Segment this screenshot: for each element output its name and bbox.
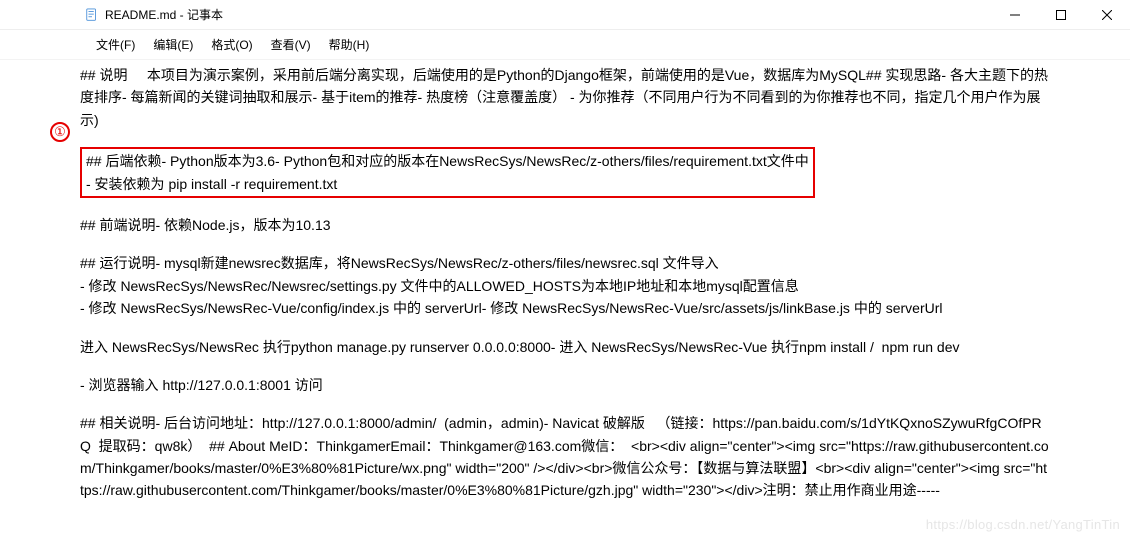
window: README.md - 记事本 文件(F) 编辑(E) 格式(O) 查看(V) … — [0, 0, 1130, 502]
maximize-button[interactable] — [1038, 0, 1084, 30]
annotation-badge-1: ① — [50, 122, 70, 142]
menu-format[interactable]: 格式(O) — [203, 34, 260, 55]
menu-help[interactable]: 帮助(H) — [321, 34, 378, 55]
window-title: README.md - 记事本 — [105, 6, 223, 23]
menu-file[interactable]: 文件(F) — [88, 34, 143, 55]
menu-view[interactable]: 查看(V) — [263, 34, 319, 55]
paragraph-frontend: ## 前端说明- 依赖Node.js，版本为10.13 — [80, 214, 1050, 236]
watermark: https://blog.csdn.net/YangTinTin — [926, 517, 1120, 532]
paragraph-intro: ## 说明 本项目为演示案例，采用前后端分离实现，后端使用的是Python的Dj… — [80, 64, 1050, 131]
close-button[interactable] — [1084, 0, 1130, 30]
paragraph-browser: - 浏览器输入 http://127.0.0.1:8001 访问 — [80, 374, 1050, 396]
highlight-annotation: ## 后端依赖- Python版本为3.6- Python包和对应的版本在New… — [80, 147, 815, 198]
paragraph-backend-l2: - 安装依赖为 pip install -r requirement.txt — [86, 173, 809, 195]
minimize-button[interactable] — [992, 0, 1038, 30]
paragraph-commands: 进入 NewsRecSys/NewsRec 执行python manage.py… — [80, 336, 1050, 358]
menu-edit[interactable]: 编辑(E) — [145, 34, 201, 55]
titlebar-left: README.md - 记事本 — [85, 6, 223, 23]
menubar: 文件(F) 编辑(E) 格式(O) 查看(V) 帮助(H) — [0, 30, 1130, 60]
paragraph-related: ## 相关说明- 后台访问地址：http://127.0.0.1:8000/ad… — [80, 412, 1050, 502]
titlebar[interactable]: README.md - 记事本 — [0, 0, 1130, 30]
paragraph-backend-l1: ## 后端依赖- Python版本为3.6- Python包和对应的版本在New… — [86, 150, 809, 172]
notepad-icon — [85, 8, 99, 22]
paragraph-run: ## 运行说明- mysql新建newsrec数据库，将NewsRecSys/N… — [80, 252, 1050, 319]
window-controls — [992, 0, 1130, 29]
editor-content[interactable]: ## 说明 本项目为演示案例，采用前后端分离实现，后端使用的是Python的Dj… — [0, 60, 1130, 502]
